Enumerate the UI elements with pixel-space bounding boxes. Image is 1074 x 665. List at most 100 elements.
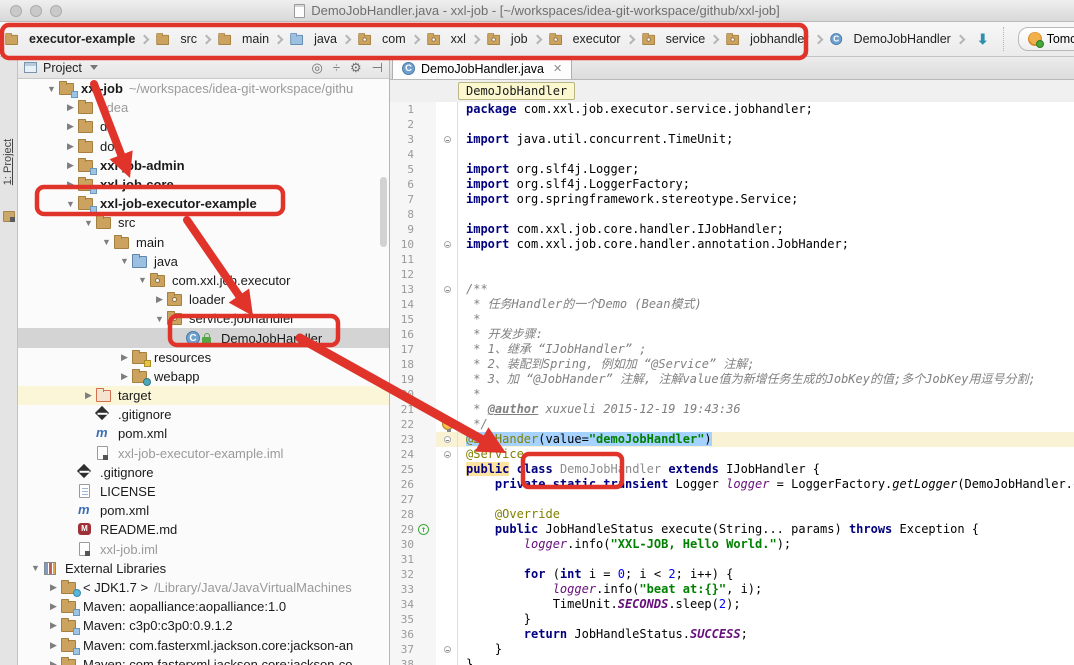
code-line-36[interactable]: 36 return JobHandleStatus.SUCCESS; xyxy=(390,627,1074,642)
tree-item-external-libraries[interactable]: ▼External Libraries xyxy=(18,559,389,578)
code-line-12[interactable]: 12 xyxy=(390,267,1074,282)
expand-arrow-icon[interactable]: ▶ xyxy=(81,390,96,401)
expand-arrow-icon[interactable]: ▶ xyxy=(63,141,78,152)
collapse-arrow-icon[interactable]: ▼ xyxy=(63,199,78,209)
close-tab-icon[interactable]: ✕ xyxy=(553,62,562,75)
code-line-10[interactable]: 10import com.xxl.job.core.handler.annota… xyxy=(390,237,1074,252)
overriding-method-icon[interactable]: ↑ xyxy=(418,524,429,535)
code-line-16[interactable]: 16 * 开发步骤: xyxy=(390,327,1074,342)
code-line-8[interactable]: 8 xyxy=(390,207,1074,222)
tree-item-target[interactable]: ▶target xyxy=(18,386,389,405)
collapse-arrow-icon[interactable]: ▼ xyxy=(99,237,114,247)
breadcrumb-item-service[interactable]: service xyxy=(641,32,706,47)
fold-marker-icon[interactable] xyxy=(444,646,451,653)
tree-item-readme-md[interactable]: MREADME.md xyxy=(18,520,389,539)
tree-item-xxl-job-core[interactable]: ▶xxl-job-core xyxy=(18,175,389,194)
code-line-28[interactable]: 28 @Override xyxy=(390,507,1074,522)
collapse-arrow-icon[interactable]: ▼ xyxy=(152,314,167,324)
tree-item--gitignore[interactable]: .gitignore xyxy=(18,463,389,482)
code-line-5[interactable]: 5import org.slf4j.Logger; xyxy=(390,162,1074,177)
expand-arrow-icon[interactable]: ▶ xyxy=(117,352,132,363)
code-line-22[interactable]: 22 */ xyxy=(390,417,1074,432)
code-line-7[interactable]: 7import org.springframework.stereotype.S… xyxy=(390,192,1074,207)
collapse-arrow-icon[interactable]: ▼ xyxy=(135,275,150,285)
navigate-down-icon[interactable]: ⬇ xyxy=(977,32,989,46)
breadcrumb-item-executor[interactable]: executor xyxy=(548,32,621,47)
expand-arrow-icon[interactable]: ▶ xyxy=(63,102,78,113)
project-tool-window-tab[interactable]: 1: Project xyxy=(0,119,18,229)
tree-item-java[interactable]: ▼java xyxy=(18,252,389,271)
code-line-31[interactable]: 31 xyxy=(390,552,1074,567)
expand-arrow-icon[interactable]: ▶ xyxy=(46,582,61,593)
locate-icon[interactable]: ◎ xyxy=(312,60,323,76)
tree-item-demojobhandler[interactable]: CDemoJobHandler xyxy=(18,328,389,347)
code-line-23[interactable]: 23@JobHander(value="demoJobHandler") xyxy=(390,432,1074,447)
tree-item-webapp[interactable]: ▶webapp xyxy=(18,367,389,386)
tree-item-main[interactable]: ▼main xyxy=(18,233,389,252)
breadcrumb-item-main[interactable]: main xyxy=(217,32,269,47)
code-line-9[interactable]: 9import com.xxl.job.core.handler.IJobHan… xyxy=(390,222,1074,237)
breadcrumb-item-job[interactable]: job xyxy=(486,32,528,47)
code-line-4[interactable]: 4 xyxy=(390,147,1074,162)
tree-item-maven-com-fasterxml-jackson-core-jackson-co[interactable]: ▶Maven: com.fasterxml.jackson.core:jacks… xyxy=(18,655,389,665)
tree-item-pom-xml[interactable]: mpom.xml xyxy=(18,424,389,443)
project-scrollbar[interactable] xyxy=(380,177,387,247)
breadcrumb-item-demojobhandler[interactable]: CDemoJobHandler xyxy=(829,32,951,47)
tree-item-service-jobhandler[interactable]: ▼service.jobhandler xyxy=(18,309,389,328)
tree-item-maven-com-fasterxml-jackson-core-jackson-an[interactable]: ▶Maven: com.fasterxml.jackson.core:jacks… xyxy=(18,635,389,654)
code-line-15[interactable]: 15 * xyxy=(390,312,1074,327)
code-editor[interactable]: 1package com.xxl.job.executor.service.jo… xyxy=(390,102,1074,665)
tree-item--idea[interactable]: ▶.idea xyxy=(18,98,389,117)
fold-marker-icon[interactable] xyxy=(444,436,451,443)
code-line-1[interactable]: 1package com.xxl.job.executor.service.jo… xyxy=(390,102,1074,117)
tree-item-xxl-job-iml[interactable]: xxl-job.iml xyxy=(18,540,389,559)
tree-item--gitignore[interactable]: .gitignore xyxy=(18,405,389,424)
code-line-34[interactable]: 34 TimeUnit.SECONDS.sleep(2); xyxy=(390,597,1074,612)
expand-arrow-icon[interactable]: ▶ xyxy=(117,371,132,382)
tree-item-maven-aopalliance-aopalliance-1-0[interactable]: ▶Maven: aopalliance:aopalliance:1.0 xyxy=(18,597,389,616)
code-line-37[interactable]: 37 } xyxy=(390,642,1074,657)
fold-marker-icon[interactable] xyxy=(444,451,451,458)
collapse-arrow-icon[interactable]: ▼ xyxy=(28,563,43,573)
fold-marker-icon[interactable] xyxy=(444,136,451,143)
code-line-18[interactable]: 18 * 2、装配到Spring, 例如加 “@Service” 注解; xyxy=(390,357,1074,372)
code-line-20[interactable]: 20 * xyxy=(390,387,1074,402)
code-line-27[interactable]: 27 xyxy=(390,492,1074,507)
minimize-window-button[interactable] xyxy=(30,5,42,17)
tree-item-xxl-job-executor-example[interactable]: ▼xxl-job-executor-example xyxy=(18,194,389,213)
tree-item-com-xxl-job-executor[interactable]: ▼com.xxl.job.executor xyxy=(18,271,389,290)
tree-item-src[interactable]: ▼src xyxy=(18,213,389,232)
code-line-14[interactable]: 14 * 任务Handler的一个Demo (Bean模式) xyxy=(390,297,1074,312)
expand-arrow-icon[interactable]: ▶ xyxy=(63,121,78,132)
project-view-dropdown[interactable] xyxy=(90,65,98,70)
editor-tab-demojobhandler[interactable]: C DemoJobHandler.java ✕ xyxy=(392,57,572,79)
code-line-38[interactable]: 38} xyxy=(390,657,1074,665)
tree-item-xxl-job-executor-example-iml[interactable]: xxl-job-executor-example.iml xyxy=(18,444,389,463)
code-line-17[interactable]: 17 * 1、继承 “IJobHandler” ; xyxy=(390,342,1074,357)
run-configuration-selector[interactable]: Tomcat7 xyxy=(1018,27,1074,51)
code-line-33[interactable]: 33 logger.info("beat at:{}", i); xyxy=(390,582,1074,597)
code-line-3[interactable]: 3import java.util.concurrent.TimeUnit; xyxy=(390,132,1074,147)
close-window-button[interactable] xyxy=(10,5,22,17)
expand-arrow-icon[interactable]: ▶ xyxy=(63,160,78,171)
expand-arrow-icon[interactable]: ▶ xyxy=(152,294,167,305)
collapse-arrow-icon[interactable]: ▼ xyxy=(117,256,132,266)
code-line-11[interactable]: 11 xyxy=(390,252,1074,267)
code-line-13[interactable]: 13/** xyxy=(390,282,1074,297)
code-line-24[interactable]: 24@Service xyxy=(390,447,1074,462)
maximize-window-button[interactable] xyxy=(50,5,62,17)
breadcrumb-item-executor-example[interactable]: executor-example xyxy=(4,32,135,47)
window-controls[interactable] xyxy=(10,5,62,17)
hide-panel-icon[interactable]: ⊣ xyxy=(372,60,383,76)
fold-marker-icon[interactable] xyxy=(444,286,451,293)
expand-arrow-icon[interactable]: ▶ xyxy=(46,601,61,612)
code-line-25[interactable]: 25public class DemoJobHandler extends IJ… xyxy=(390,462,1074,477)
breadcrumb-item-jobhandler[interactable]: jobhandler xyxy=(725,32,808,47)
breadcrumb-item-com[interactable]: com xyxy=(357,32,406,47)
code-line-2[interactable]: 2 xyxy=(390,117,1074,132)
code-line-6[interactable]: 6import org.slf4j.LoggerFactory; xyxy=(390,177,1074,192)
code-line-26[interactable]: 26 private static transient Logger logge… xyxy=(390,477,1074,492)
tree-item-doc[interactable]: ▶doc xyxy=(18,137,389,156)
tree-item-xxl-job[interactable]: ▼xxl-job~/workspaces/idea-git-workspace/… xyxy=(18,79,389,98)
fold-marker-icon[interactable] xyxy=(444,241,451,248)
